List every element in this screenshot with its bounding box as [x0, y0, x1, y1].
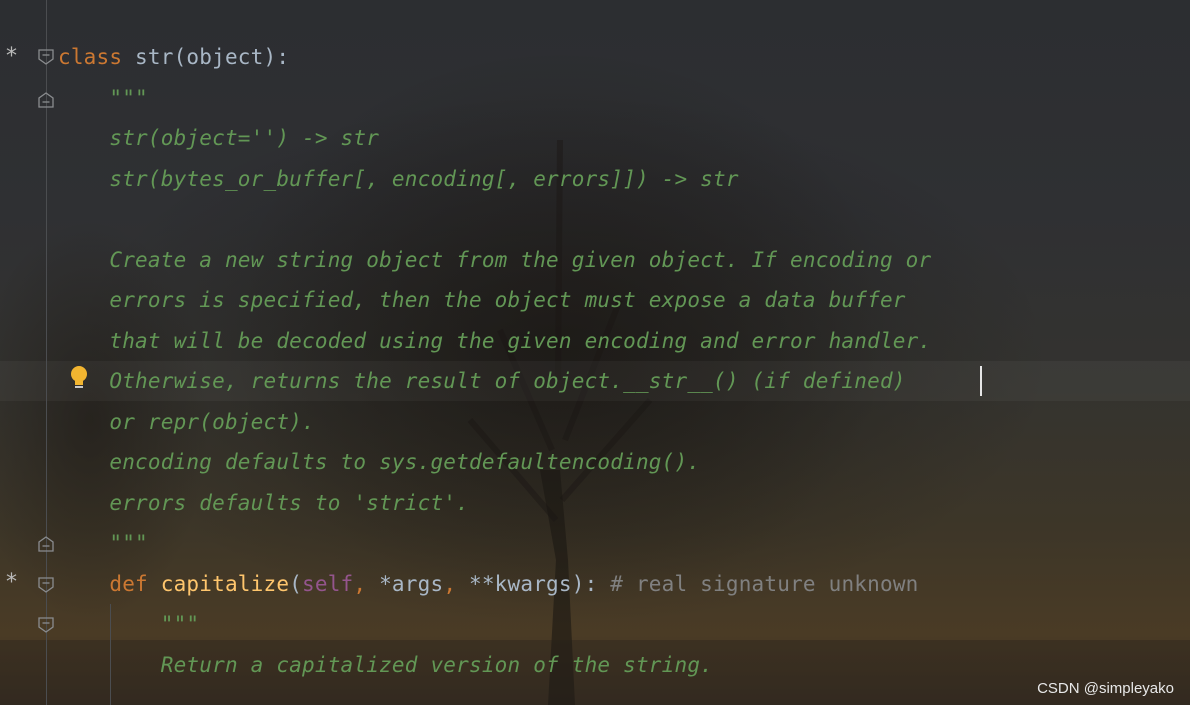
code-token: **kwargs): — [469, 572, 611, 596]
code-token: errors defaults to 'strict'. — [109, 491, 469, 515]
code-token: str(bytes_or_buffer[, encoding[, errors]… — [109, 167, 739, 191]
code-token: Otherwise, returns the result of object.… — [109, 369, 906, 393]
watermark: CSDN @simpleyako — [1037, 680, 1174, 697]
code-token: """ — [109, 531, 148, 555]
code-line[interactable]: """ — [58, 523, 148, 563]
code-line[interactable]: Create a new string object from the give… — [58, 240, 931, 280]
code-token: Create a new string object from the give… — [109, 248, 932, 272]
code-line[interactable]: Return a capitalized version of the stri… — [58, 645, 713, 685]
code-token: , — [443, 572, 469, 596]
code-token: that will be decoded using the given enc… — [109, 329, 932, 353]
code-line[interactable]: def capitalize(self, *args, **kwargs): #… — [58, 564, 919, 604]
code-token: str(object='') -> str — [109, 126, 380, 150]
code-token: def — [109, 572, 161, 596]
code-token: *args — [379, 572, 444, 596]
code-token: class — [58, 45, 123, 69]
code-token: encoding defaults to sys.getdefaultencod… — [109, 450, 701, 474]
fold-icon[interactable] — [38, 536, 54, 552]
code-line[interactable]: str(object='') -> str — [58, 118, 379, 158]
code-token: Return a capitalized version of the stri… — [160, 653, 714, 677]
code-line[interactable]: errors defaults to 'strict'. — [58, 483, 469, 523]
fold-icon[interactable] — [38, 49, 54, 65]
code-token: capitalize — [160, 572, 290, 596]
code-token: str(object): — [122, 45, 290, 69]
code-token: """ — [109, 86, 148, 110]
code-token: errors is specified, then the object mus… — [109, 288, 906, 312]
override-marker-icon: * — [6, 44, 17, 69]
code-token: , — [353, 572, 380, 596]
code-token: """ — [160, 612, 200, 636]
code-line[interactable]: encoding defaults to sys.getdefaultencod… — [58, 442, 700, 482]
fold-icon[interactable] — [38, 617, 54, 633]
override-marker-icon: * — [6, 570, 17, 595]
code-line[interactable]: Otherwise, returns the result of object.… — [58, 361, 906, 401]
code-line[interactable]: """ — [58, 78, 148, 118]
code-line[interactable]: or repr(object). — [58, 402, 315, 442]
code-token: or repr(object). — [109, 410, 315, 434]
code-line[interactable]: class str(object): — [58, 37, 289, 77]
code-token: ( — [289, 572, 303, 596]
code-line[interactable]: errors is specified, then the object mus… — [58, 280, 906, 320]
code-line[interactable]: that will be decoded using the given enc… — [58, 321, 931, 361]
code-token: # real signature unknown — [610, 572, 919, 596]
fold-icon[interactable] — [38, 92, 54, 108]
code-line[interactable]: str(bytes_or_buffer[, encoding[, errors]… — [58, 159, 739, 199]
text-caret — [980, 366, 982, 396]
code-line[interactable]: """ — [58, 604, 199, 644]
code-token: self — [302, 572, 354, 596]
fold-icon[interactable] — [38, 577, 54, 593]
